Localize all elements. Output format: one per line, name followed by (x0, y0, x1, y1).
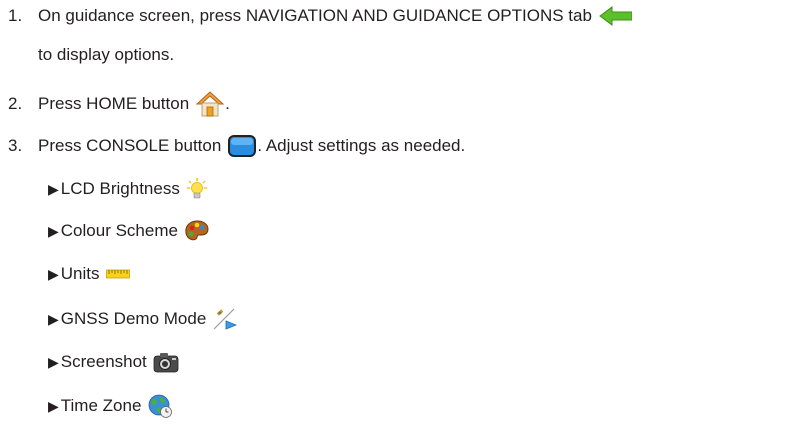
step-text: Press CONSOLE button (38, 136, 222, 155)
bullet-triangle: ▶ (48, 311, 59, 327)
step-suffix: . (225, 94, 230, 113)
step-1-continuation: to display options. (38, 44, 174, 66)
step-3: 3. Press CONSOLE button . Adjust setting… (8, 134, 465, 158)
bullet-triangle: ▶ (48, 181, 59, 197)
setting-label: Time Zone (60, 396, 142, 415)
step-number: 1. (8, 6, 23, 25)
home-icon (195, 90, 225, 118)
step-2: 2. Press HOME button . (8, 90, 230, 118)
setting-screenshot: ▶ Screenshot (48, 351, 179, 373)
bullet-triangle: ▶ (48, 223, 59, 239)
globe-clock-icon (147, 393, 173, 419)
bullet-triangle: ▶ (48, 354, 59, 370)
bullet-triangle: ▶ (48, 398, 59, 414)
console-icon (227, 134, 257, 158)
step-text-continuation: to display options. (38, 45, 175, 64)
step-text: Press HOME button (38, 94, 190, 113)
step-suffix: . Adjust settings as needed. (257, 136, 466, 155)
setting-colour-scheme: ▶ Colour Scheme (48, 219, 210, 243)
camera-icon (153, 351, 179, 373)
setting-label: GNSS Demo Mode (60, 309, 207, 328)
instructions-page: 1. On guidance screen, press NAVIGATION … (0, 0, 800, 443)
lightbulb-icon (186, 177, 208, 201)
satellite-demo-icon (212, 307, 238, 331)
green-left-arrow-icon (598, 5, 632, 27)
bullet-triangle: ▶ (48, 266, 59, 282)
step-1: 1. On guidance screen, press NAVIGATION … (8, 5, 632, 27)
setting-label: Units (60, 264, 100, 283)
setting-label: Colour Scheme (60, 221, 178, 240)
ruler-icon (105, 269, 130, 279)
step-number: 3. (8, 136, 23, 155)
step-text: On guidance screen, press NAVIGATION AND… (38, 6, 592, 25)
setting-time-zone: ▶ Time Zone (48, 393, 173, 419)
step-number: 2. (8, 94, 23, 113)
palette-icon (184, 219, 210, 243)
setting-label: Screenshot (60, 352, 147, 371)
setting-label: LCD Brightness (60, 179, 180, 198)
setting-gnss-demo-mode: ▶ GNSS Demo Mode (48, 307, 238, 331)
setting-lcd-brightness: ▶ LCD Brightness (48, 177, 208, 201)
setting-units: ▶ Units (48, 263, 130, 285)
